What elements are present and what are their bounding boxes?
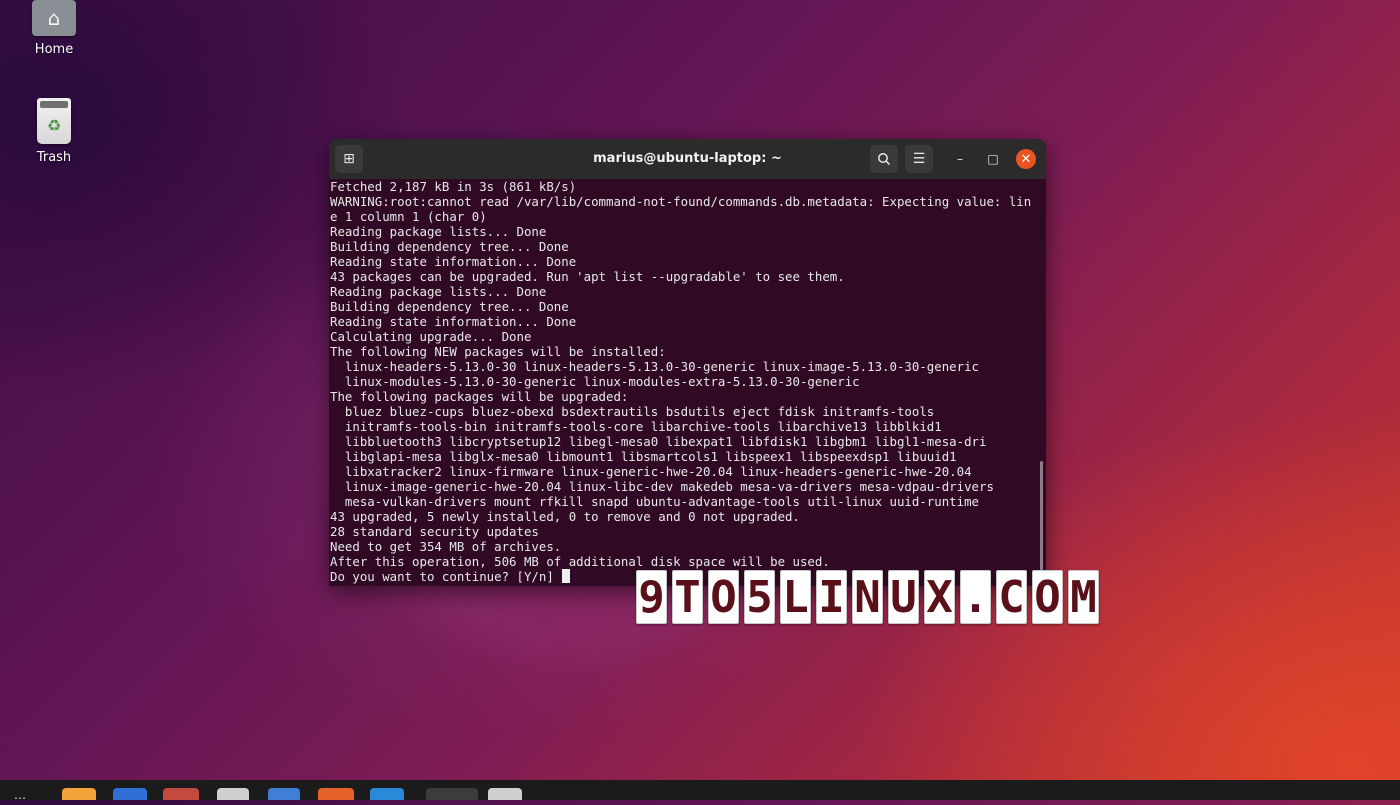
camera-icon[interactable] <box>217 788 249 800</box>
terminal-line: The following packages will be upgraded: <box>330 389 629 404</box>
show-apps-icon[interactable]: ⋯ <box>14 792 40 804</box>
minimize-button[interactable]: – <box>950 149 970 169</box>
site-watermark: 9 T O 5 L I N U X . C O M <box>636 570 1099 624</box>
terminal-line: libglapi-mesa libglx-mesa0 libmount1 lib… <box>330 449 957 464</box>
watermark-letter: . <box>960 570 991 624</box>
terminal-line: libxatracker2 linux-firmware linux-gener… <box>330 464 972 479</box>
new-tab-icon: ⊞ <box>343 151 355 167</box>
terminal-line: linux-modules-5.13.0-30-generic linux-mo… <box>330 374 860 389</box>
terminal-line: Building dependency tree... Done <box>330 299 569 314</box>
help-icon[interactable] <box>370 788 404 800</box>
terminal-line: 43 packages can be upgraded. Run 'apt li… <box>330 269 845 284</box>
watermark-letter: 9 <box>636 570 667 624</box>
browser-icon[interactable] <box>113 788 147 800</box>
watermark-letter: X <box>924 570 955 624</box>
terminal-line: Need to get 354 MB of archives. <box>330 539 562 554</box>
watermark-letter: 5 <box>744 570 775 624</box>
watermark-letter: O <box>708 570 739 624</box>
home-folder-icon: ⌂ <box>32 0 76 36</box>
desktop-icon-home[interactable]: ⌂ Home <box>14 0 94 57</box>
watermark-letter: I <box>816 570 847 624</box>
terminal-output[interactable]: Fetched 2,187 kB in 3s (861 kB/s) WARNIN… <box>329 179 1046 586</box>
writer-icon[interactable] <box>268 788 300 800</box>
maximize-button[interactable]: □ <box>983 149 1003 169</box>
terminal-prompt: Do you want to continue? [Y/n] <box>330 569 562 584</box>
terminal-line: Reading package lists... Done <box>330 224 547 239</box>
terminal-line: Fetched 2,187 kB in 3s (861 kB/s) <box>330 179 577 194</box>
desktop-icon-trash[interactable]: ♻ Trash <box>14 98 94 165</box>
terminal-line: After this operation, 506 MB of addition… <box>330 554 830 569</box>
terminal-line: WARNING:root:cannot read /var/lib/comman… <box>330 194 1032 209</box>
new-tab-button[interactable]: ⊞ <box>335 145 363 173</box>
terminal-line: libbluetooth3 libcryptsetup12 libegl-mes… <box>330 434 987 449</box>
terminal-dock-icon[interactable] <box>426 788 478 800</box>
software-center-icon[interactable] <box>318 788 354 800</box>
terminal-line: 28 standard security updates <box>330 524 539 539</box>
text-cursor <box>562 569 571 583</box>
terminal-scrollbar[interactable] <box>1040 461 1043 579</box>
terminal-line: e 1 column 1 (char 0) <box>330 209 487 224</box>
watermark-letter: U <box>888 570 919 624</box>
search-icon <box>878 153 891 166</box>
watermark-letter: T <box>672 570 703 624</box>
watermark-letter: C <box>996 570 1027 624</box>
search-button[interactable] <box>870 145 898 173</box>
close-icon: ✕ <box>1020 151 1032 167</box>
watermark-letter: N <box>852 570 883 624</box>
trash-icon: ♻ <box>37 98 71 144</box>
watermark-letter: L <box>780 570 811 624</box>
terminal-titlebar[interactable]: ⊞ marius@ubuntu-laptop: ~ ☰ – □ ✕ <box>329 139 1046 179</box>
desktop-icon-label: Home <box>34 42 74 57</box>
maximize-icon: □ <box>987 152 999 166</box>
close-button[interactable]: ✕ <box>1016 149 1036 169</box>
files-icon[interactable] <box>163 788 199 800</box>
desktop-icon-label: Trash <box>36 150 72 165</box>
terminal-window[interactable]: ⊞ marius@ubuntu-laptop: ~ ☰ – □ ✕ Fetche… <box>329 139 1046 586</box>
terminal-line: 43 upgraded, 5 newly installed, 0 to rem… <box>330 509 800 524</box>
watermark-letter: O <box>1032 570 1063 624</box>
menu-button[interactable]: ☰ <box>905 145 933 173</box>
firefox-icon[interactable] <box>62 788 96 800</box>
terminal-line: initramfs-tools-bin initramfs-tools-core… <box>330 419 942 434</box>
hamburger-menu-icon: ☰ <box>912 151 926 167</box>
terminal-line: Calculating upgrade... Done <box>330 329 532 344</box>
terminal-line: linux-image-generic-hwe-20.04 linux-libc… <box>330 479 994 494</box>
dock: ⋯ <box>0 780 1400 804</box>
terminal-line: linux-headers-5.13.0-30 linux-headers-5.… <box>330 359 980 374</box>
terminal-line: Building dependency tree... Done <box>330 239 569 254</box>
terminal-line: Reading package lists... Done <box>330 284 547 299</box>
terminal-line: Reading state information... Done <box>330 254 577 269</box>
window-title: marius@ubuntu-laptop: ~ <box>593 151 782 166</box>
terminal-line: mesa-vulkan-drivers mount rfkill snapd u… <box>330 494 980 509</box>
terminal-line: Reading state information... Done <box>330 314 577 329</box>
terminal-line: bluez bluez-cups bluez-obexd bsdextrauti… <box>330 404 935 419</box>
watermark-letter: M <box>1068 570 1099 624</box>
terminal-line: The following NEW packages will be insta… <box>330 344 666 359</box>
minimize-icon: – <box>957 152 963 166</box>
trash-dock-icon[interactable] <box>488 788 522 800</box>
